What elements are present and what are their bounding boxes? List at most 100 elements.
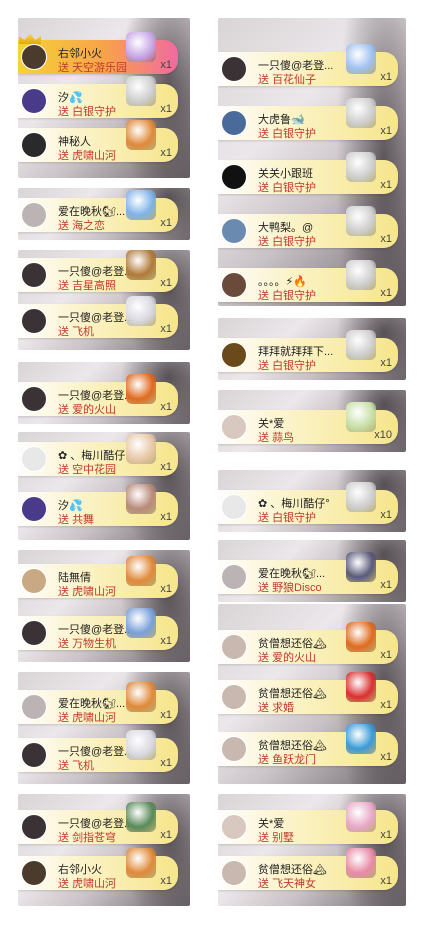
gift-count: x1 (160, 277, 172, 289)
avatar[interactable] (21, 814, 47, 840)
right-column-panel: 关*爱送 别墅 x1 贫僧想还俗🏔 送 飞天神女 x1 (218, 794, 406, 906)
avatar[interactable] (21, 568, 47, 594)
avatar[interactable] (21, 386, 47, 412)
avatar[interactable] (221, 272, 247, 298)
avatar[interactable] (21, 308, 47, 334)
gift-message-row[interactable]: 大鸭梨。@ 送 白银守护 x1 (218, 206, 398, 248)
tiger-gift-icon (126, 120, 156, 150)
gift-message-row[interactable]: 大虎鲁🐋 送 白银守护 x1 (218, 98, 398, 141)
avatar[interactable] (21, 860, 47, 886)
gift-message-row[interactable]: 爱在晚秋🐿... 送 野狼Disco x1 (218, 552, 398, 594)
tiger-gift-icon (126, 682, 156, 712)
gift-message-row[interactable]: 。。。。⚡🔥 送 白银守护 x1 (218, 260, 398, 302)
avatar[interactable] (21, 742, 47, 768)
gift-message-row[interactable]: 汐💦 送 白银守护 x1 (18, 76, 178, 118)
gift-message-row[interactable]: ✿ 、梅川酷仔° 送 白银守护 x1 (218, 482, 398, 524)
silver-shield-gift-icon (346, 98, 376, 128)
avatar[interactable] (21, 88, 47, 114)
avatar[interactable] (221, 860, 247, 886)
gift-message-row[interactable]: 一只傻@老登... 送 爱的火山 x1 (18, 374, 178, 417)
gift-message-row[interactable]: 一只傻@老登... 送 飞机 x1 (18, 730, 178, 772)
gift-count: x1 (160, 323, 172, 335)
gift-message-row[interactable]: 贫僧想还俗🏔 送 鱼跃龙门 x1 (218, 724, 398, 766)
gift-message-row[interactable]: 一只傻@老登... 送 万物生机 x1 (18, 608, 178, 650)
gift-message-row[interactable]: 汐💦 送 共舞 x1 (18, 484, 178, 527)
avatar[interactable] (21, 496, 47, 522)
avatar[interactable] (21, 694, 47, 720)
avatar[interactable] (221, 494, 247, 520)
gift-count: x1 (160, 875, 172, 887)
gift-message-row[interactable]: 一只傻@老登... 送 飞机 x1 (18, 296, 178, 338)
avatar[interactable] (21, 262, 47, 288)
goddess-gift-icon (346, 848, 376, 878)
gift-count: x1 (380, 649, 392, 661)
avatar[interactable] (221, 634, 247, 660)
avatar[interactable] (21, 620, 47, 646)
gift-line: 送 白银守护 (258, 125, 316, 141)
avatar[interactable] (221, 110, 247, 136)
gift-message-row[interactable]: 一只傻@老登... 送 百花仙子 x1 (218, 44, 398, 86)
gift-message-row[interactable]: 爱在晚秋🐿... 送 海之恋 x1 (18, 190, 178, 232)
gift-message-row[interactable]: 爱在晚秋🐿... 送 虎啸山河 x1 (18, 682, 178, 724)
gift-count: x1 (380, 71, 392, 83)
gift-count: x1 (380, 699, 392, 711)
avatar[interactable] (221, 814, 247, 840)
gift-message-row[interactable]: 贫僧想还俗🏔 送 求婚 x1 (218, 672, 398, 714)
gift-count: x1 (380, 125, 392, 137)
gift-line: 送 爱的火山 (58, 401, 116, 417)
gift-message-row[interactable]: 一只傻@老登... 送 吉星高照 x1 (18, 250, 178, 293)
avatar[interactable] (221, 56, 247, 82)
gift-count: x1 (380, 357, 392, 369)
gift-message-row[interactable]: 贫僧想还俗🏔 送 飞天神女 x1 (218, 848, 398, 890)
gift-line: 送 爱的火山 (258, 649, 316, 665)
gift-count: x1 (380, 287, 392, 299)
silver-shield-gift-icon (346, 330, 376, 360)
gift-count: x1 (160, 583, 172, 595)
gift-line: 送 别墅 (258, 829, 294, 845)
gift-message-row[interactable]: 关*爱送 蒜鸟 x10 (218, 402, 398, 444)
gift-message-row[interactable]: 陆無倩送 虎啸山河 x1 (18, 556, 178, 598)
avatar[interactable] (221, 164, 247, 190)
gift-prefix: 送 (258, 582, 269, 594)
avatar[interactable] (221, 684, 247, 710)
gift-name: 虎啸山河 (72, 150, 117, 162)
gift-message-row[interactable]: 贫僧想还俗🏔 送 爱的火山 x1 (218, 622, 398, 665)
gift-message-row[interactable]: 关关小跟班送 白银守护 x1 (218, 152, 398, 194)
gift-message-row[interactable]: 右邻小火送 虎啸山河 x1 (18, 848, 178, 890)
gift-message-row[interactable]: 神秘人送 虎啸山河 x1 (18, 120, 178, 162)
avatar[interactable] (221, 218, 247, 244)
gift-prefix: 送 (258, 74, 269, 86)
gift-prefix: 送 (258, 182, 269, 194)
gift-message-row[interactable]: 关*爱送 别墅 x1 (218, 802, 398, 845)
avatar[interactable] (221, 414, 247, 440)
garlic-bird-gift-icon (346, 402, 376, 432)
avatar[interactable] (21, 132, 47, 158)
volcano-gift-icon (346, 622, 376, 652)
avatar[interactable] (221, 736, 247, 762)
gift-count: x1 (160, 461, 172, 473)
gift-message-row[interactable]: 一只傻@老登... 送 剑指苍穹 x1 (18, 802, 178, 844)
airplane-gift-icon (126, 296, 156, 326)
gift-message-row[interactable]: 右邻小火送 天空游乐园 x1 (18, 32, 178, 74)
avatar[interactable] (21, 202, 47, 228)
garden-gift-icon (126, 434, 156, 464)
gift-line: 送 共舞 (58, 511, 94, 527)
left-column-panel: 一只傻@老登... 送 剑指苍穹 x1 右邻小火送 虎啸山河 x1 (18, 794, 190, 906)
gift-prefix: 送 (58, 280, 69, 292)
avatar[interactable] (21, 44, 47, 70)
villa-gift-icon (346, 802, 376, 832)
gift-prefix: 送 (58, 62, 69, 74)
avatar[interactable] (221, 564, 247, 590)
gift-name: 蒜鸟 (272, 432, 295, 444)
avatar[interactable] (221, 342, 247, 368)
gift-count: x1 (160, 635, 172, 647)
left-column-panel: 一只傻@老登... 送 吉星高照 x1 一只傻@老登... 送 飞机 x1 (18, 250, 190, 350)
avatar[interactable] (21, 446, 47, 472)
gift-count: x1 (380, 875, 392, 887)
gift-prefix: 送 (258, 236, 269, 248)
gift-prefix: 送 (58, 760, 69, 772)
gift-line: 送 吉星高照 (58, 277, 116, 293)
gift-count: x1 (380, 233, 392, 245)
gift-message-row[interactable]: 拜拜就拜拜下... 送 白银守护 x1 (218, 330, 398, 372)
gift-message-row[interactable]: ✿ 、梅川酷仔° 送 空中花园 x1 (18, 434, 178, 476)
